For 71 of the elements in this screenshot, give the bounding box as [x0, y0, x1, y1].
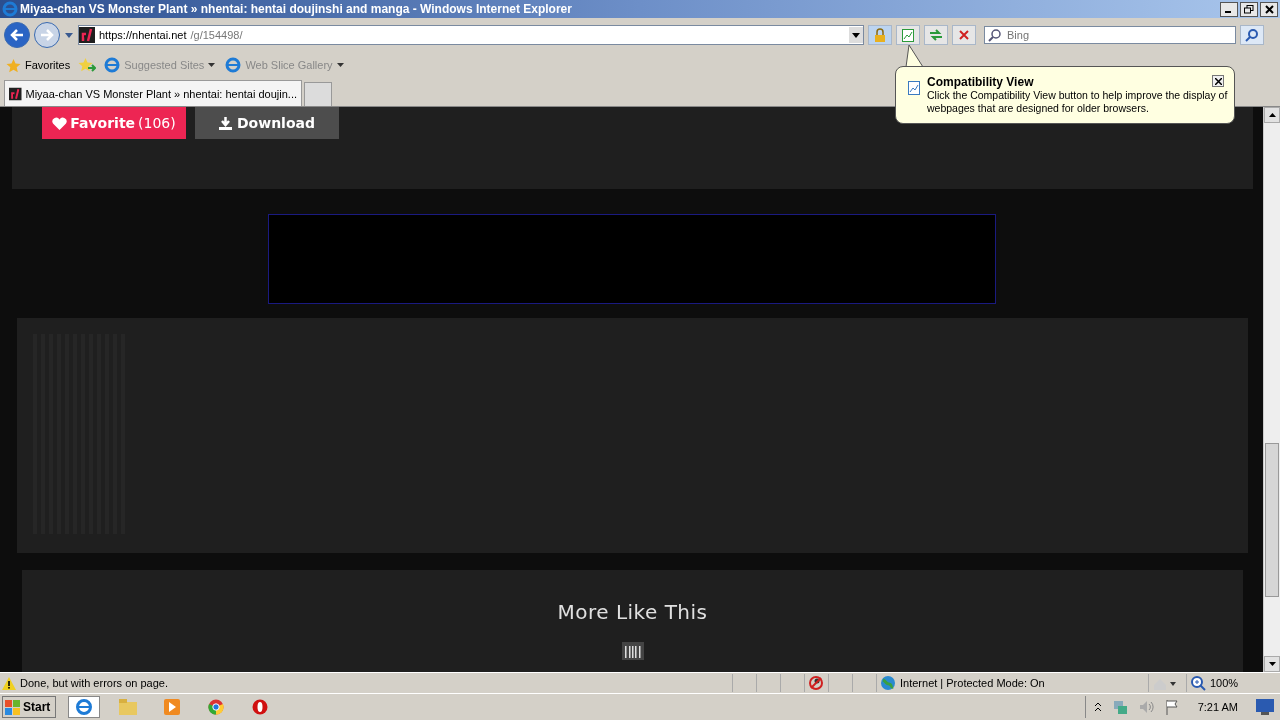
loading-icon — [621, 642, 644, 660]
flag-icon — [1163, 699, 1180, 715]
folder-icon — [119, 699, 137, 715]
download-button[interactable]: Download — [195, 107, 339, 139]
broken-page-icon — [902, 28, 914, 42]
close-button[interactable] — [1260, 1, 1278, 17]
windows-logo-icon — [5, 699, 21, 715]
url-host: https://nhentai.net — [99, 29, 187, 41]
up-arrow-icon — [1268, 113, 1276, 117]
caret-icon — [208, 62, 216, 68]
privacy-icon — [808, 675, 824, 691]
favorite-button[interactable]: Favorite (106) — [42, 107, 186, 139]
address-field[interactable]: https://nhentai.net /g/154498/ — [78, 25, 864, 45]
download-icon — [219, 116, 232, 130]
refresh-button[interactable] — [924, 25, 948, 45]
site-icon — [9, 85, 22, 102]
url-path: /g/154498/ — [190, 29, 244, 41]
browser-tab[interactable]: Miyaa-chan VS Monster Plant » nhentai: hentai doujin... — [4, 80, 302, 106]
taskbar-button[interactable] — [68, 696, 100, 718]
chrome-icon — [208, 699, 224, 715]
close-button[interactable] — [1212, 75, 1224, 87]
window-title: Miyaa-chan VS Monster Plant » nhentai: hentai doujinshi and manga - Windows Internet Explorer — [20, 2, 573, 16]
forward-arrow-icon — [40, 29, 54, 41]
zoom-level[interactable]: 100% — [1210, 677, 1239, 689]
scroll-up-button[interactable] — [1264, 107, 1280, 123]
clock: 7:21 AM — [1196, 701, 1239, 713]
scroll-down-button[interactable] — [1264, 656, 1280, 672]
status-text: Done, but with errors on page. — [20, 677, 168, 689]
restore-button[interactable] — [1240, 1, 1258, 17]
close-icon — [1214, 77, 1222, 85]
opera-icon — [252, 699, 268, 715]
refresh-icon — [929, 29, 943, 41]
callout-title: Compatibility View — [927, 75, 1035, 89]
restore-icon — [1244, 4, 1254, 14]
zoom-icon — [1190, 675, 1206, 691]
show-desktop-icon — [1256, 699, 1274, 715]
search-icon — [1245, 28, 1259, 42]
search-icon — [988, 28, 1002, 42]
callout-text: Click the Compatibility View button to help improve the display of webpages that are designed for older browsers. — [927, 89, 1229, 115]
close-icon — [1264, 4, 1274, 14]
lock-button[interactable] — [868, 25, 892, 45]
search-field[interactable]: Bing — [984, 26, 1236, 44]
scrollbar-thumb[interactable] — [1265, 443, 1279, 597]
network-icon — [1111, 699, 1128, 715]
media-player-icon — [164, 699, 180, 715]
favorites-button[interactable]: Favorites — [4, 57, 73, 73]
stop-icon — [959, 30, 969, 40]
dropdown-icon — [64, 31, 74, 39]
chevron-up-icon — [1093, 701, 1102, 713]
broken-page-icon — [908, 81, 920, 95]
section-title: More Like This — [557, 600, 708, 624]
warning-icon — [2, 676, 16, 690]
back-button[interactable] — [4, 22, 30, 48]
heart-icon — [52, 116, 68, 130]
stop-button[interactable] — [952, 25, 976, 45]
security-zone-text: Internet | Protected Mode: On — [900, 677, 1045, 689]
speaker-icon — [1137, 699, 1154, 715]
start-button[interactable]: Start — [2, 696, 56, 718]
back-arrow-icon — [10, 29, 24, 41]
padlock-icon — [873, 28, 887, 42]
forward-button[interactable] — [34, 22, 60, 48]
search-button[interactable] — [1240, 25, 1264, 45]
dropdown-icon — [849, 27, 863, 43]
star-icon — [6, 57, 21, 73]
down-arrow-icon — [1268, 662, 1276, 666]
caret-icon — [336, 62, 344, 68]
compatibility-view-button[interactable] — [896, 25, 920, 45]
add-favorite-icon — [78, 57, 97, 73]
minimize-button[interactable] — [1220, 1, 1238, 17]
globe-icon — [880, 675, 896, 691]
site-icon — [79, 27, 95, 43]
